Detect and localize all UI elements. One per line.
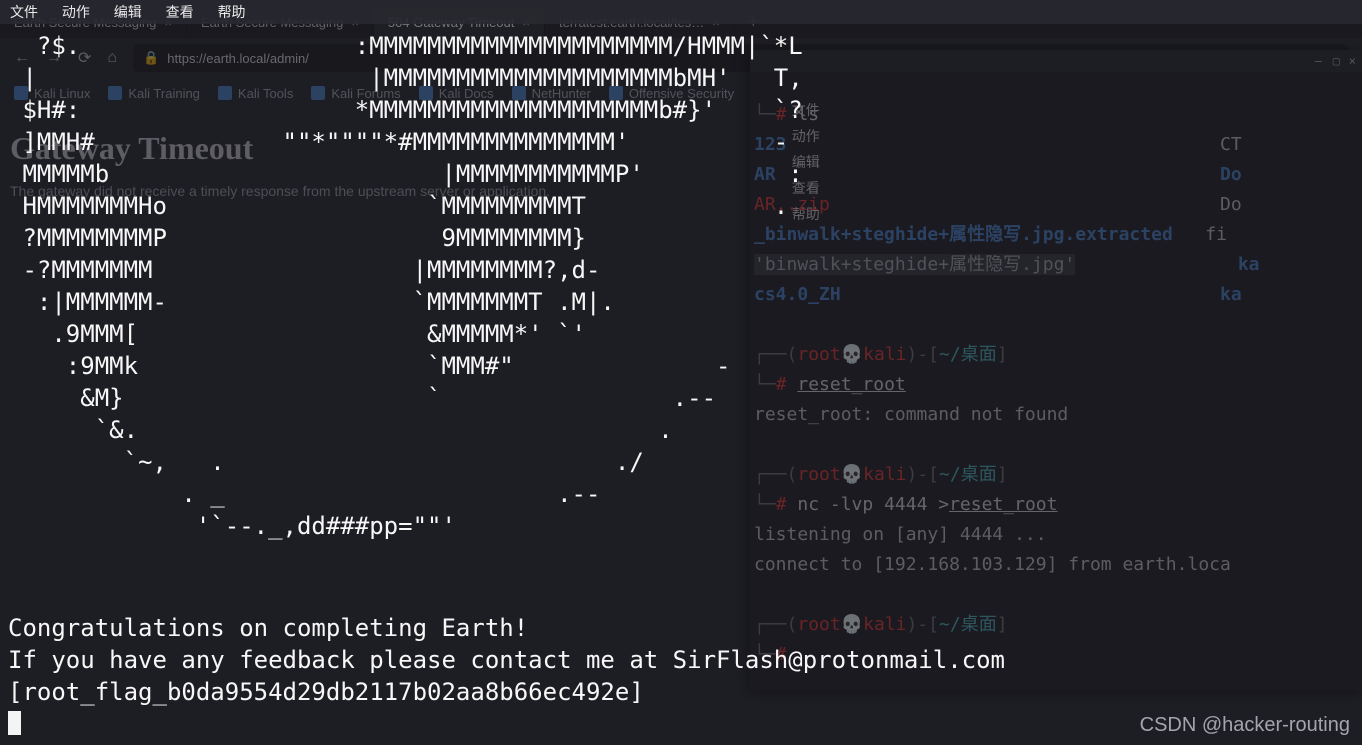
menu-item[interactable]: 查看 [166, 4, 194, 20]
menu-item[interactable]: 编辑 [114, 4, 142, 20]
menu-item[interactable]: 帮助 [218, 4, 246, 20]
menu-item[interactable]: 动作 [62, 4, 90, 20]
terminal-menu: 文件 动作 编辑 查看 帮助 [0, 0, 1362, 24]
root-flag: [root_flag_b0da9554d29db2117b02aa8b66ec4… [8, 678, 644, 706]
terminal-cursor [8, 711, 21, 735]
ascii-art: ?$. :MMMMMMMMMMMMMMMMMMMMM/HMMM|`*L | |M… [8, 30, 976, 542]
congrats-output: Congratulations on completing Earth! If … [8, 612, 1005, 740]
congrats-line: Congratulations on completing Earth! [8, 614, 528, 642]
primary-terminal[interactable]: 文件 动作 编辑 查看 帮助 ?$. :MMMMMMMMMMMMMMMMMMMM… [0, 0, 1362, 745]
congrats-line: If you have any feedback please contact … [8, 646, 1005, 674]
watermark: CSDN @hacker-routing [1140, 714, 1350, 737]
menu-item[interactable]: 文件 [10, 4, 38, 20]
